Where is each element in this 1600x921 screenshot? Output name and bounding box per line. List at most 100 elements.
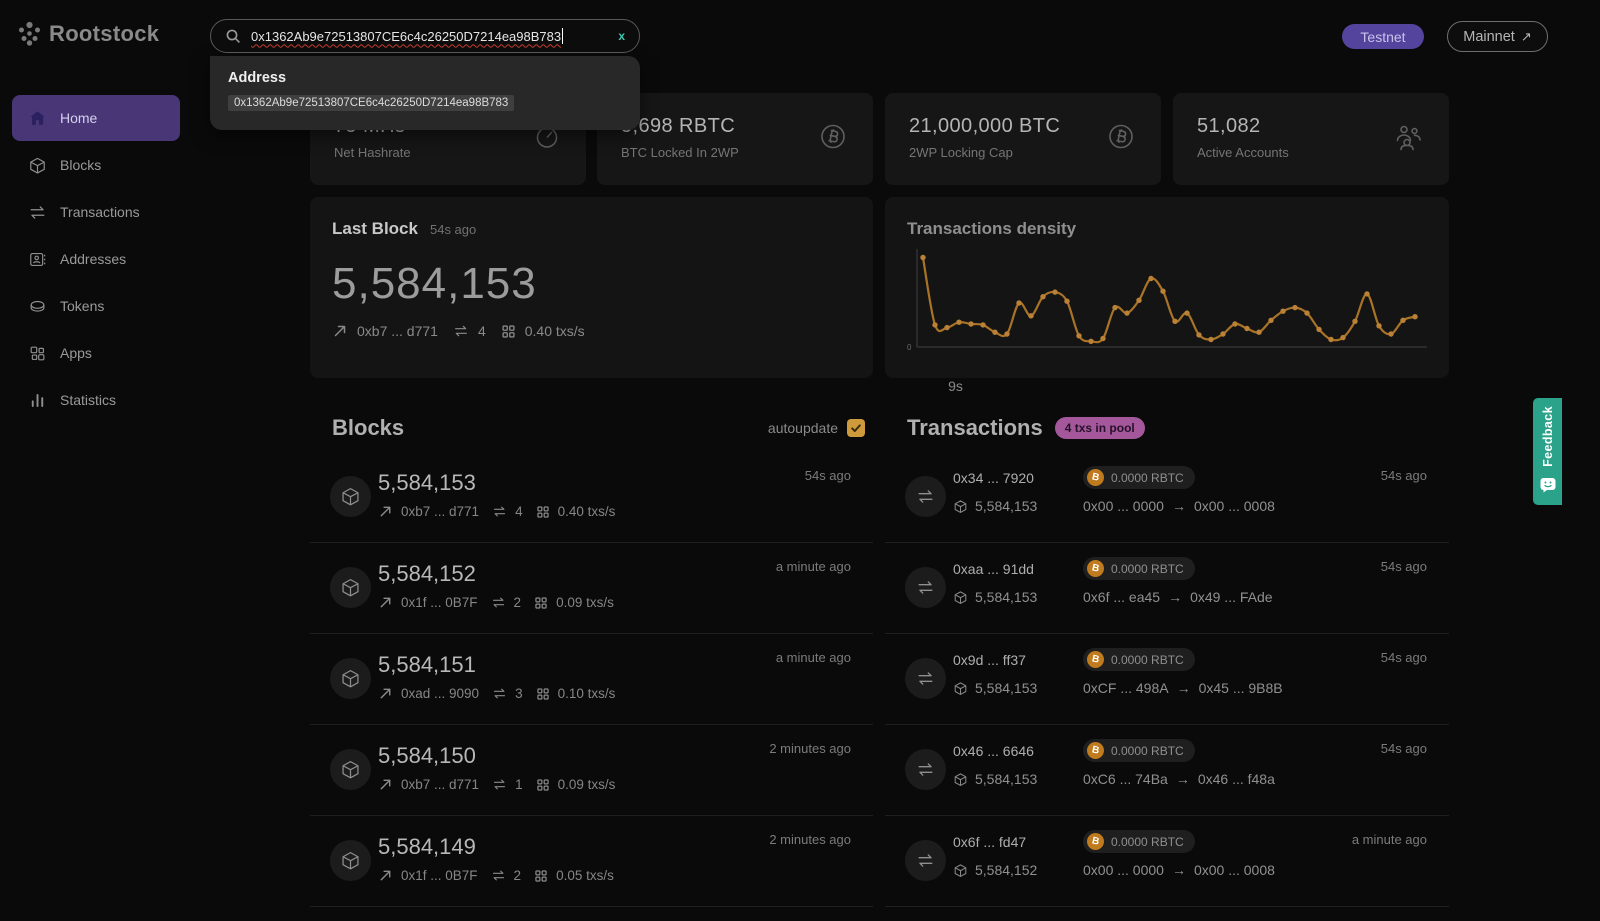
stat-label: BTC Locked In 2WP — [621, 145, 849, 160]
home-icon — [28, 109, 47, 128]
block-miner-hash[interactable]: 0xb7 ... d771 — [401, 777, 479, 792]
testnet-button[interactable]: Testnet — [1342, 24, 1424, 49]
block-number-link[interactable]: 5,584,151 — [378, 652, 476, 678]
sidebar-item-addresses[interactable]: Addresses — [12, 236, 180, 282]
transaction-from-address[interactable]: 0x00 ... 0000 — [1083, 498, 1164, 514]
transactions-section: Transactions 4 txs in pool 0x34 ... 7920… — [885, 404, 1449, 907]
arrow-right-icon: → — [1168, 589, 1182, 605]
sidebar-item-label: Addresses — [60, 251, 126, 267]
transaction-to-address[interactable]: 0x46 ... f48a — [1198, 771, 1275, 787]
transaction-block-number[interactable]: 5,584,152 — [975, 862, 1037, 878]
block-number-link[interactable]: 5,584,150 — [378, 743, 476, 769]
transaction-to-address[interactable]: 0x49 ... FAde — [1190, 589, 1273, 605]
last-block-tx-rate: 0.40 txs/s — [525, 323, 585, 339]
search-input[interactable]: 0x1362Ab9e72513807CE6c4c26250D7214ea98B7… — [210, 19, 640, 53]
transaction-block-number[interactable]: 5,584,153 — [975, 771, 1037, 787]
block-tx-rate: 0.09 txs/s — [556, 595, 614, 610]
block-age: 2 minutes ago — [769, 832, 851, 847]
swap-arrows-icon — [905, 749, 946, 790]
feedback-button[interactable]: Feedback — [1533, 398, 1562, 505]
swap-arrows-icon — [905, 658, 946, 699]
stat-card-active-accounts: 51,082 Active Accounts — [1173, 93, 1449, 185]
block-row[interactable]: 5,584,153 0xb7 ... d771 4 — [310, 452, 873, 543]
miner-arrow-icon — [378, 868, 393, 883]
blocks-section: Blocks autoupdate 5,584,153 — [310, 404, 873, 907]
transaction-to-address[interactable]: 0x00 ... 0008 — [1194, 498, 1275, 514]
transaction-row[interactable]: 0xaa ... 91dd B 0.0000 RBTC — [885, 543, 1449, 634]
transaction-from-address[interactable]: 0xCF ... 498A — [1083, 680, 1169, 696]
stat-label: Active Accounts — [1197, 145, 1425, 160]
autoupdate-checkbox[interactable] — [847, 419, 865, 437]
transaction-block-number[interactable]: 5,584,153 — [975, 589, 1037, 605]
transaction-hash-link[interactable]: 0x46 ... 6646 — [953, 743, 1083, 759]
block-miner-hash[interactable]: 0xb7 ... d771 — [401, 504, 479, 519]
transaction-row[interactable]: 0x34 ... 7920 B 0.0000 RBTC — [885, 452, 1449, 543]
block-number-link[interactable]: 5,584,149 — [378, 834, 476, 860]
transaction-row[interactable]: 0x46 ... 6646 B 0.0000 RBTC — [885, 725, 1449, 816]
suggestion-address-item[interactable]: 0x1362Ab9e72513807CE6c4c26250D7214ea98B7… — [228, 95, 514, 111]
transaction-from-address[interactable]: 0x6f ... ea45 — [1083, 589, 1160, 605]
block-miner-hash[interactable]: 0xad ... 9090 — [401, 686, 479, 701]
block-miner-hash[interactable]: 0x1f ... 0B7F — [401, 595, 478, 610]
grid-icon — [501, 324, 516, 339]
cube-icon — [330, 749, 371, 790]
sidebar-item-tokens[interactable]: Tokens — [12, 283, 180, 329]
last-block-age: 54s ago — [430, 222, 476, 237]
block-tx-count: 1 — [515, 777, 523, 792]
text-cursor — [562, 28, 563, 44]
coin-icon — [28, 297, 47, 316]
transaction-block-number[interactable]: 5,584,153 — [975, 498, 1037, 514]
sidebar-item-blocks[interactable]: Blocks — [12, 142, 180, 188]
transaction-row[interactable]: 0x9d ... ff37 B 0.0000 RBTC — [885, 634, 1449, 725]
block-row[interactable]: 5,584,151 0xad ... 9090 3 — [310, 634, 873, 725]
bitcoin-icon — [817, 121, 849, 158]
transaction-hash-link[interactable]: 0x9d ... ff37 — [953, 652, 1083, 668]
grid-icon — [534, 869, 548, 883]
transaction-to-address[interactable]: 0x00 ... 0008 — [1194, 862, 1275, 878]
swap-arrows-icon — [491, 868, 506, 883]
txs-in-pool-badge[interactable]: 4 txs in pool — [1055, 417, 1145, 439]
autoupdate-label: autoupdate — [768, 420, 838, 436]
grid-icon — [536, 505, 550, 519]
stat-value: 5,698 RBTC — [621, 115, 849, 138]
rootstock-logo[interactable]: Rootstock — [16, 20, 159, 47]
stat-value: 51,082 — [1197, 115, 1425, 138]
sidebar-item-transactions[interactable]: Transactions — [12, 189, 180, 235]
search-input-value[interactable]: 0x1362Ab9e72513807CE6c4c26250D7214ea98B7… — [251, 29, 561, 44]
arrow-right-icon: → — [1176, 771, 1190, 787]
cube-icon — [953, 499, 968, 514]
transaction-hash-link[interactable]: 0x6f ... fd47 — [953, 834, 1083, 850]
bitcoin-icon: B — [1087, 833, 1104, 850]
block-tx-count: 2 — [514, 595, 522, 610]
block-row[interactable]: 5,584,149 0x1f ... 0B7F 2 — [310, 816, 873, 907]
bitcoin-icon — [1105, 121, 1137, 158]
block-number-link[interactable]: 5,584,152 — [378, 561, 476, 587]
rootstock-explorer-page: Rootstock 0x1362Ab9e72513807CE6c4c26250D… — [0, 0, 1600, 921]
transaction-from-address[interactable]: 0xC6 ... 74Ba — [1083, 771, 1168, 787]
mainnet-button[interactable]: Mainnet ↗ — [1447, 21, 1548, 52]
transaction-hash-link[interactable]: 0xaa ... 91dd — [953, 561, 1083, 577]
bitcoin-icon: B — [1087, 560, 1104, 577]
stat-label: Net Hashrate — [334, 145, 562, 160]
block-number-link[interactable]: 5,584,153 — [378, 470, 476, 496]
transaction-to-address[interactable]: 0x45 ... 9B8B — [1199, 680, 1283, 696]
transaction-from-address[interactable]: 0x00 ... 0000 — [1083, 862, 1164, 878]
miner-arrow-icon — [378, 504, 393, 519]
transaction-hash-link[interactable]: 0x34 ... 7920 — [953, 470, 1083, 486]
apps-grid-icon — [28, 344, 47, 363]
cube-icon — [953, 863, 968, 878]
sidebar-item-apps[interactable]: Apps — [12, 330, 180, 376]
block-miner-hash[interactable]: 0x1f ... 0B7F — [401, 868, 478, 883]
last-block-number[interactable]: 5,584,153 — [332, 259, 537, 309]
rbtc-amount-badge: B 0.0000 RBTC — [1083, 830, 1195, 853]
block-row[interactable]: 5,584,150 0xb7 ... d771 1 — [310, 725, 873, 816]
block-age: a minute ago — [776, 559, 851, 574]
transaction-block-number[interactable]: 5,584,153 — [975, 680, 1037, 696]
sidebar-item-home[interactable]: Home — [12, 95, 180, 141]
block-row[interactable]: 5,584,152 0x1f ... 0B7F 2 — [310, 543, 873, 634]
transaction-row[interactable]: 0x6f ... fd47 B 0.0000 RBTC — [885, 816, 1449, 907]
clear-search-button[interactable]: x — [618, 29, 625, 43]
stat-value: 21,000,000 BTC — [909, 115, 1137, 138]
last-block-miner-hash[interactable]: 0xb7 ... d771 — [357, 323, 438, 339]
sidebar-item-statistics[interactable]: Statistics — [12, 377, 180, 423]
